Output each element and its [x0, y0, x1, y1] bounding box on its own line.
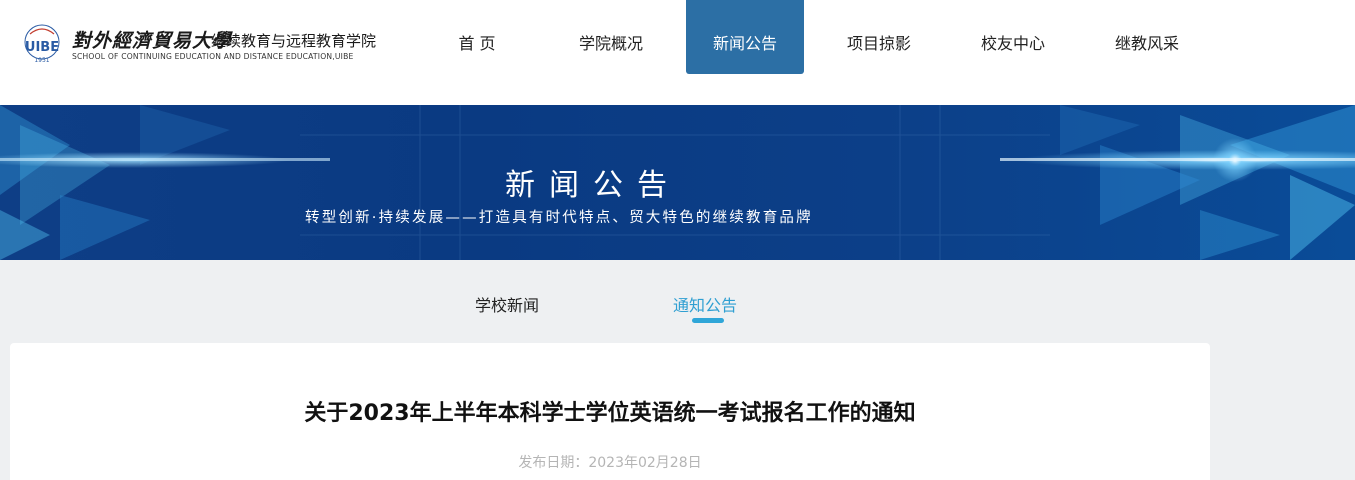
tab-school-news[interactable]: 学校新闻 — [475, 292, 539, 316]
nav-item-alumni[interactable]: 校友中心 — [946, 0, 1080, 74]
article-card: 关于2023年上半年本科学士学位英语统一考试报名工作的通知 发布日期：2023年… — [10, 343, 1210, 480]
main-nav: 首 页 学院概况 新闻公告 项目掠影 校友中心 继教风采 — [410, 0, 1214, 74]
nav-item-projects[interactable]: 项目掠影 — [812, 0, 946, 74]
article-date: 发布日期：2023年02月28日 — [518, 455, 702, 471]
uibe-emblem-icon: UIBE 1951 — [24, 24, 60, 64]
active-tab-indicator — [692, 318, 724, 323]
site-header: UIBE 1951 對外經濟貿易大學 继续教育与远程教育学院 SCHOOL OF… — [0, 0, 1355, 105]
article-title: 关于2023年上半年本科学士学位英语统一考试报名工作的通知 — [304, 401, 916, 426]
sub-tabs: 学校新闻 通知公告 — [0, 260, 1355, 340]
svg-text:1951: 1951 — [34, 57, 49, 64]
logo-university-name: 對外經濟貿易大學 — [72, 30, 233, 52]
banner-title: 新闻公告 — [505, 168, 681, 203]
nav-item-about[interactable]: 学院概况 — [544, 0, 678, 74]
nav-item-gallery[interactable]: 继教风采 — [1080, 0, 1214, 74]
logo-english-name: SCHOOL OF CONTINUING EDUCATION AND DISTA… — [72, 52, 354, 61]
nav-item-home[interactable]: 首 页 — [410, 0, 544, 74]
logo-school-name: 继续教育与远程教育学院 — [211, 32, 377, 50]
banner-subtitle: 转型创新·持续发展——打造具有时代特点、贸大特色的继续教育品牌 — [305, 210, 813, 226]
tab-announcements[interactable]: 通知公告 — [673, 292, 737, 316]
site-logo[interactable]: UIBE 1951 對外經濟貿易大學 继续教育与远程教育学院 SCHOOL OF… — [16, 18, 396, 68]
nav-item-news[interactable]: 新闻公告 — [686, 0, 804, 74]
svg-text:UIBE: UIBE — [25, 40, 59, 55]
page-banner: 新闻公告 转型创新·持续发展——打造具有时代特点、贸大特色的继续教育品牌 — [0, 105, 1355, 260]
